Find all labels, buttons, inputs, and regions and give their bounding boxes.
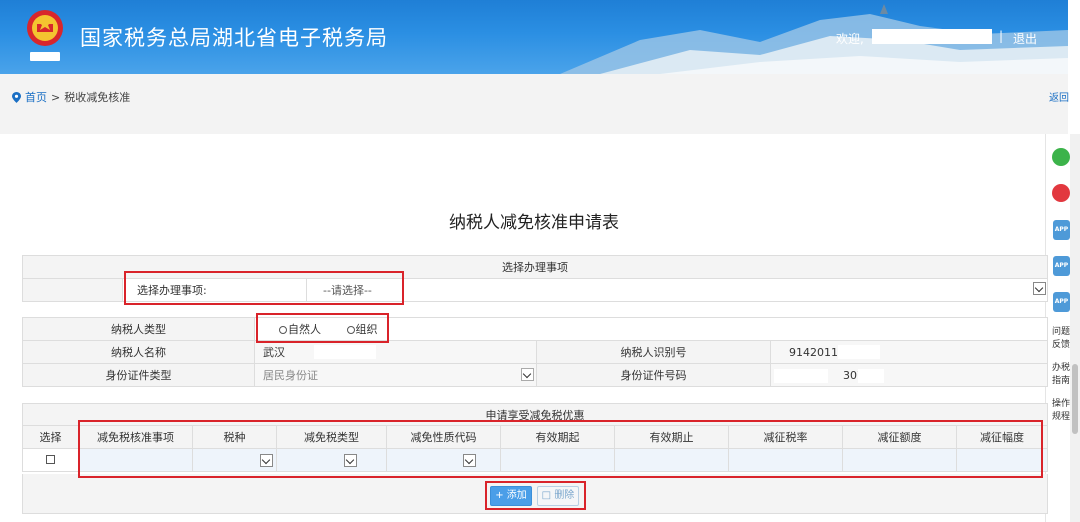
taxpayer-name-label: 纳税人名称 (22, 340, 255, 364)
exemption-code-select[interactable] (386, 448, 501, 472)
row-select-cell (22, 448, 79, 472)
taxpayer-id-label: 纳税人识别号 (536, 340, 771, 364)
radio-natural-person[interactable]: 自然人 (279, 323, 321, 336)
column-header: 有效期起 (500, 425, 615, 449)
reduced-range-input[interactable] (956, 448, 1048, 472)
trash-icon: □ (541, 490, 552, 501)
taxpayer-type-radios: 自然人 组织 (254, 317, 1048, 341)
column-header: 减免税核准事项 (78, 425, 193, 449)
taxpayer-type-label: 纳税人类型 (22, 317, 255, 341)
doc-no-label: 身份证件号码 (536, 363, 771, 387)
doc-type-select[interactable]: 居民身份证 (254, 363, 537, 387)
doc-type-label: 身份证件类型 (22, 363, 255, 387)
reduced-rate-input[interactable] (728, 448, 843, 472)
spacer-cell (22, 278, 123, 302)
scrollbar-thumb[interactable] (1072, 364, 1078, 434)
column-header: 税种 (192, 425, 277, 449)
username-redacted (872, 29, 992, 44)
welcome-text: 欢迎, (836, 32, 864, 46)
matter-select[interactable]: --请选择-- (306, 278, 1048, 302)
redacted-id (838, 345, 880, 359)
taxpayer-info-table: 纳税人类型 自然人 组织 纳税人名称 武汉 公司 纳税人识别号 91420115… (22, 317, 1048, 387)
button-bar (22, 474, 1048, 514)
radio-circle-icon (279, 326, 287, 334)
header-separator: | (999, 29, 1004, 43)
breadcrumb-home[interactable]: 首页 (25, 89, 47, 105)
redacted-name (314, 345, 376, 359)
matter-select-value: --请选择-- (323, 284, 372, 297)
column-header: 减征额度 (842, 425, 957, 449)
section-header: 选择办理事项 (22, 255, 1048, 279)
add-button[interactable]: + 添加 (490, 486, 532, 506)
delete-button[interactable]: □ 删除 (537, 486, 579, 506)
chevron-down-icon[interactable] (344, 454, 357, 467)
taxpayer-name-value: 武汉 公司 (254, 340, 537, 364)
redacted-doc-no (774, 369, 828, 383)
reduced-amount-input[interactable] (842, 448, 957, 472)
breadcrumb: 首页 > 税收减免核准 (12, 89, 130, 105)
chevron-down-icon[interactable] (521, 368, 534, 381)
weibo-icon[interactable] (1052, 184, 1070, 202)
tax-emblem-icon (27, 10, 63, 61)
redacted-doc-no (858, 369, 884, 383)
column-header: 减征幅度 (956, 425, 1048, 449)
location-pin-icon (12, 91, 21, 103)
valid-from-input[interactable] (500, 448, 615, 472)
chevron-down-icon[interactable] (260, 454, 273, 467)
column-header: 有效期止 (614, 425, 729, 449)
column-header: 减免税类型 (276, 425, 387, 449)
valid-to-input[interactable] (614, 448, 729, 472)
app-icon[interactable]: APP (1053, 256, 1070, 276)
site-title: 国家税务总局湖北省电子税务局 (80, 26, 388, 50)
column-header: 减征税率 (728, 425, 843, 449)
exemption-item-input[interactable] (78, 448, 193, 472)
column-header: 选择 (22, 425, 79, 449)
wechat-icon[interactable] (1052, 148, 1070, 166)
radio-organization[interactable]: 组织 (346, 323, 378, 336)
breadcrumb-bar (0, 74, 1068, 134)
plus-icon: + (495, 490, 504, 501)
exemption-table: 申请享受减免税优惠 选择 减免税核准事项 税种 减免税类型 减免性质代码 有效期… (22, 403, 1048, 472)
form-title: 纳税人减免核准申请表 (449, 213, 619, 233)
column-header: 减免性质代码 (386, 425, 501, 449)
logout-link[interactable]: 退出 (1013, 30, 1037, 47)
add-button-label: 添加 (506, 490, 527, 501)
exemption-type-select[interactable] (276, 448, 387, 472)
back-link[interactable]: 返回 (1049, 89, 1069, 104)
app-icon[interactable]: APP (1053, 292, 1070, 312)
delete-button-label: 删除 (554, 490, 575, 501)
matter-select-table: 选择办理事项 选择办理事项: --请选择-- (22, 255, 1048, 302)
scrollbar[interactable] (1070, 134, 1080, 522)
breadcrumb-arrow: > (51, 90, 61, 104)
matter-label: 选择办理事项: (122, 278, 307, 302)
radio-circle-icon (346, 326, 355, 334)
chevron-down-icon[interactable] (1033, 282, 1046, 295)
radio-label: 自然人 (288, 323, 321, 336)
row-checkbox[interactable] (46, 454, 55, 464)
section-header: 申请享受减免税优惠 (22, 403, 1048, 426)
site-header: 国家税务总局湖北省电子税务局 欢迎, | 退出 (0, 0, 1068, 74)
taxpayer-name-part: 武汉 (263, 346, 285, 359)
breadcrumb-current: 税收减免核准 (64, 91, 131, 104)
taxpayer-id-value: 914201156 (770, 340, 1048, 364)
chevron-down-icon[interactable] (463, 454, 476, 467)
radio-label: 组织 (355, 323, 378, 336)
